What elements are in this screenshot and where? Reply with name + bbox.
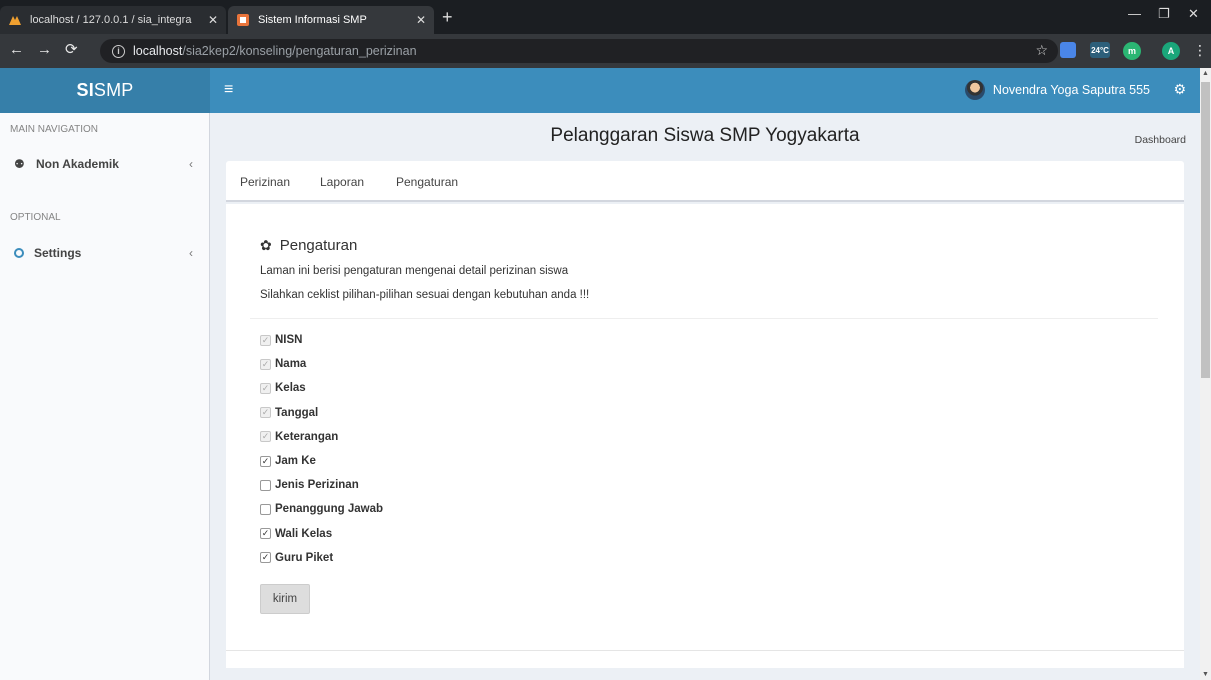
browser-tab-strip: localhost / 127.0.0.1 / sia_integra ✕ Si…: [0, 0, 1211, 34]
checkbox-label: Kelas: [275, 382, 306, 395]
sidebar-item-non-akademik[interactable]: ⚉ Non Akademik ‹: [0, 152, 209, 176]
submit-button[interactable]: kirim: [260, 584, 310, 614]
sidebar-item-label: Non Akademik: [36, 157, 119, 171]
reload-icon[interactable]: ⟳: [65, 42, 78, 58]
browser-menu-icon[interactable]: ⋮: [1193, 42, 1207, 58]
sidebar-item-settings[interactable]: Settings ‹: [0, 241, 209, 265]
checkbox-label: Penanggung Jawab: [275, 503, 383, 516]
info-icon[interactable]: i: [112, 44, 125, 58]
app-favicon-icon: [237, 14, 249, 26]
avatar: [964, 80, 985, 100]
checkbox[interactable]: ✓: [260, 552, 271, 564]
circle-icon: [14, 248, 24, 258]
browser-tab-sistem-informasi[interactable]: Sistem Informasi SMP ✕: [228, 6, 434, 34]
address-bar[interactable]: i localhost/sia2kep2/konseling/pengatura…: [100, 39, 1058, 63]
tab-title: localhost / 127.0.0.1 / sia_integra: [30, 14, 192, 26]
checkbox-label: Nama: [275, 358, 307, 371]
top-navbar: ≡ Novendra Yoga Saputra 555 ⚙: [210, 68, 1200, 113]
tab-title: Sistem Informasi SMP: [258, 14, 367, 26]
checkbox: ✓: [260, 358, 271, 370]
breadcrumb[interactable]: Dashboard: [1135, 134, 1186, 146]
checkbox-label: Keterangan: [275, 430, 339, 443]
app-logo[interactable]: SI SMP: [0, 68, 210, 113]
forward-icon[interactable]: →: [37, 42, 52, 58]
browser-toolbar: ← → ⟳ i localhost/sia2kep2/konseling/pen…: [0, 34, 1211, 68]
checkbox-option[interactable]: ✓ Jam Ke: [260, 453, 316, 469]
checkbox[interactable]: ✓: [260, 455, 271, 467]
sidebar: [0, 113, 210, 680]
checkbox-option[interactable]: Jenis Perizinan: [260, 477, 359, 493]
group-icon: ⚉: [14, 157, 25, 171]
checkbox-option[interactable]: ✓ Wali Kelas: [260, 526, 332, 542]
minimize-icon[interactable]: —: [1128, 6, 1141, 21]
browser-tab-phpmyadmin[interactable]: localhost / 127.0.0.1 / sia_integra ✕: [0, 6, 226, 34]
section-title: ✿ Pengaturan: [260, 237, 358, 254]
url-path: /sia2kep2/konseling/pengaturan_perizinan: [182, 44, 417, 58]
profile-avatar-icon[interactable]: A: [1162, 42, 1180, 60]
checkbox: ✓: [260, 407, 271, 419]
sidebar-header-optional: OPTIONAL: [10, 212, 61, 223]
checkbox[interactable]: [260, 503, 271, 515]
user-name: Novendra Yoga Saputra 555: [992, 83, 1150, 97]
gears-icon[interactable]: ⚙: [1173, 81, 1186, 98]
checkbox-option: ✓ Keterangan: [260, 429, 338, 445]
checkbox: ✓: [260, 431, 271, 443]
content-tabs: Perizinan Laporan Pengaturan: [226, 161, 1184, 202]
sidebar-header-main: MAIN NAVIGATION: [10, 124, 98, 135]
checkbox-label: Jenis Perizinan: [275, 479, 359, 492]
checkbox-label: Jam Ke: [275, 455, 316, 467]
weather-extension-icon[interactable]: 24°C: [1090, 42, 1110, 58]
chevron-left-icon: ‹: [189, 157, 193, 171]
scrollbar-thumb[interactable]: [1201, 82, 1210, 378]
bookmark-star-icon[interactable]: ☆: [1035, 42, 1048, 59]
close-tab-icon[interactable]: ✕: [208, 13, 218, 27]
sidebar-item-label: Settings: [34, 246, 82, 260]
description-1: Laman ini berisi pengaturan mengenai det…: [260, 265, 569, 277]
checkbox[interactable]: [260, 479, 271, 491]
gear-icon: ✿: [260, 237, 272, 253]
phpmyadmin-icon: [9, 16, 21, 25]
checkbox-label: Tanggal: [275, 406, 319, 419]
sidebar-toggle-icon[interactable]: ≡: [224, 81, 233, 99]
checkbox-option[interactable]: Penanggung Jawab: [260, 501, 383, 517]
tab-laporan[interactable]: Laporan: [320, 175, 364, 189]
close-tab-icon[interactable]: ✕: [416, 13, 426, 27]
checkbox: ✓: [260, 334, 271, 346]
checkbox-label: Guru Piket: [275, 551, 334, 564]
scroll-up-icon[interactable]: ▲: [1202, 70, 1209, 77]
checkbox-option: ✓ Tanggal: [260, 405, 318, 421]
tab-pengaturan[interactable]: Pengaturan: [396, 175, 458, 189]
scroll-down-icon[interactable]: ▼: [1202, 671, 1209, 678]
page-scrollbar[interactable]: ▲ ▼: [1200, 68, 1211, 680]
tab-perizinan[interactable]: Perizinan: [240, 175, 290, 189]
close-window-icon[interactable]: ✕: [1188, 6, 1199, 22]
checkbox-option: ✓ Kelas: [260, 380, 306, 396]
checkbox[interactable]: ✓: [260, 528, 271, 540]
description-2: Silahkan ceklist pilihan-pilihan sesuai …: [260, 289, 590, 301]
docs-extension-icon[interactable]: [1060, 42, 1076, 58]
new-tab-icon[interactable]: +: [442, 8, 453, 26]
m-extension-icon[interactable]: m: [1123, 42, 1141, 60]
url-host: localhost: [133, 44, 183, 58]
checkbox-option[interactable]: ✓ Guru Piket: [260, 550, 333, 566]
user-menu[interactable]: Novendra Yoga Saputra 555: [964, 80, 1150, 100]
page-title: Pelanggaran Siswa SMP Yogyakarta: [550, 125, 860, 146]
restore-icon[interactable]: ❐: [1158, 6, 1170, 22]
panel-footer: [226, 650, 1184, 668]
checkbox-option: ✓ Nama: [260, 356, 306, 372]
chevron-left-icon: ‹: [189, 246, 193, 260]
back-icon[interactable]: ←: [9, 42, 24, 58]
checkbox-label: Wali Kelas: [275, 527, 333, 540]
checkbox: ✓: [260, 382, 271, 394]
divider: [250, 318, 1158, 319]
checkbox-label: NISN: [275, 334, 303, 346]
checkbox-option: ✓ NISN: [260, 332, 302, 348]
